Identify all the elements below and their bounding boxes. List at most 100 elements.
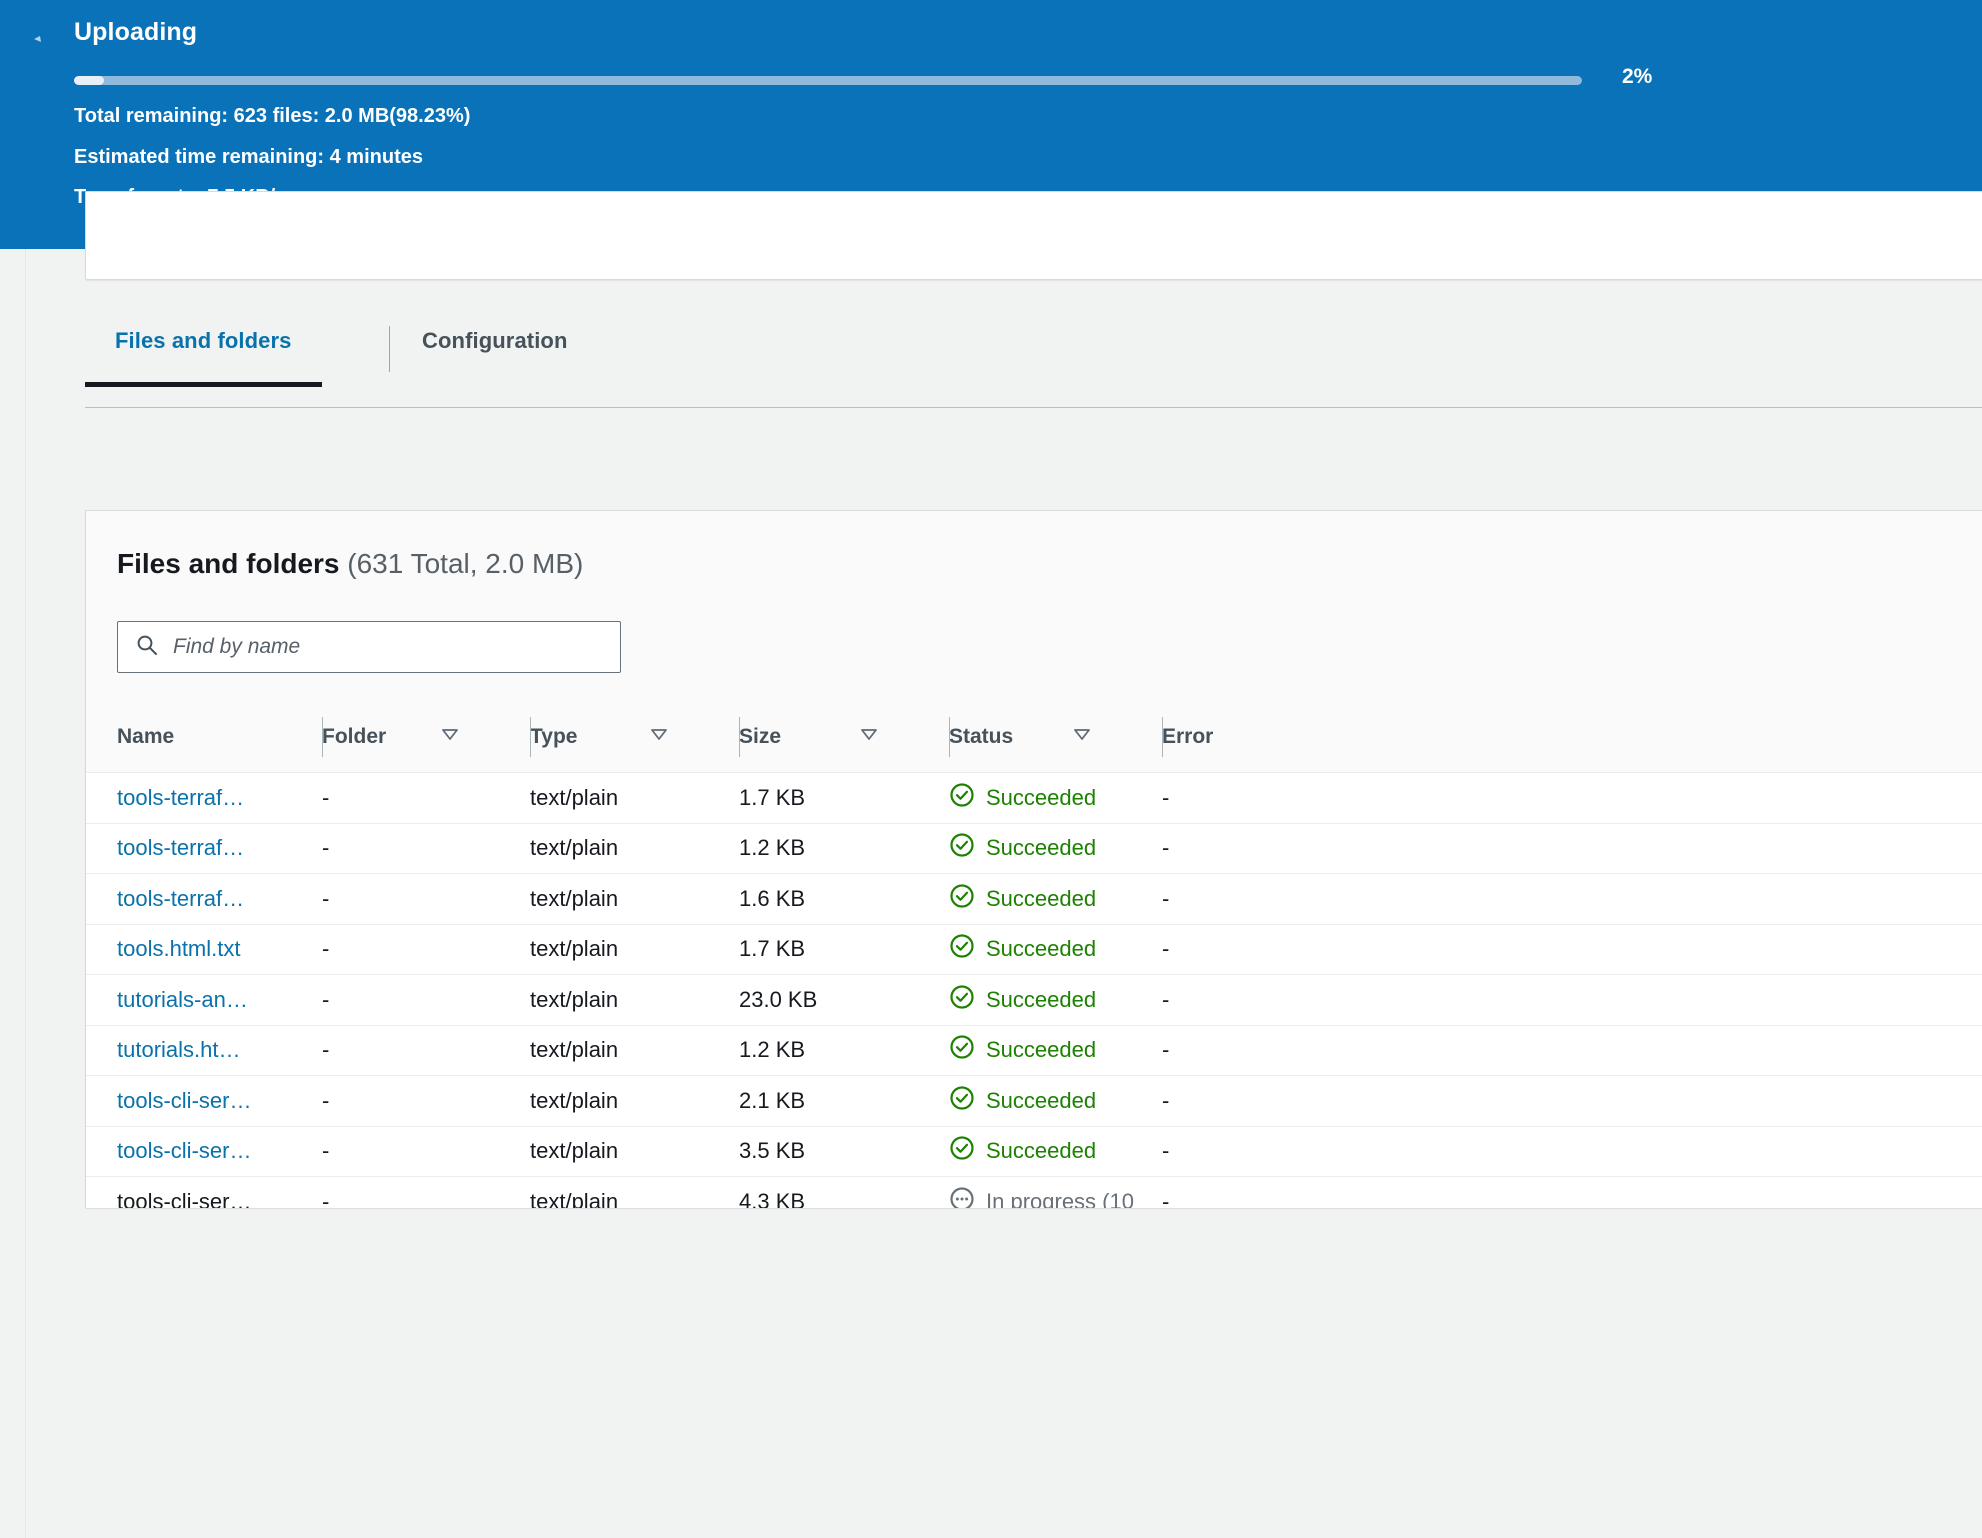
column-header-error[interactable]: Error: [1138, 702, 1982, 773]
column-header-name[interactable]: Name: [86, 702, 298, 773]
file-name-link[interactable]: tools-cli-ser…: [117, 1138, 251, 1163]
file-name-link: tools-cli-ser…: [117, 1189, 251, 1208]
status-badge: Succeeded: [986, 785, 1096, 811]
file-name-link[interactable]: tools-terraf…: [117, 835, 244, 860]
column-divider: [739, 717, 740, 757]
status-badge: Succeeded: [986, 1138, 1096, 1164]
cell-error: -: [1138, 975, 1982, 1026]
files-and-folders-panel: Files and folders (631 Total, 2.0 MB) Na: [85, 510, 1982, 1208]
status-badge: Succeeded: [986, 835, 1096, 861]
ellipsis-circle-icon: [949, 1186, 975, 1208]
column-header-folder-label: Folder: [322, 725, 386, 749]
column-header-type-label: Type: [530, 725, 577, 749]
file-name-link[interactable]: tools-terraf…: [117, 886, 244, 911]
cell-type: text/plain: [506, 1126, 715, 1177]
cell-status: Succeeded: [925, 1126, 1138, 1177]
left-rail: [0, 249, 26, 1538]
progress-bar-track: [74, 76, 1582, 85]
cell-folder: -: [298, 975, 506, 1026]
file-name-link[interactable]: tools-cli-ser…: [117, 1088, 251, 1113]
estimated-time-text: Estimated time remaining: 4 minutes: [74, 146, 423, 169]
table-row: tutorials-an…-text/plain23.0 KBSucceeded…: [86, 975, 1982, 1026]
cell-name: tools-cli-ser…: [86, 1076, 298, 1127]
cell-status: In progress (10: [925, 1177, 1138, 1209]
table-row: tools-terraf…-text/plain1.6 KBSucceeded-: [86, 874, 1982, 925]
cell-status: Succeeded: [925, 924, 1138, 975]
cell-name: tutorials.ht…: [86, 1025, 298, 1076]
files-table-body: tools-terraf…-text/plain1.7 KBSucceeded-…: [86, 773, 1982, 1209]
banner-title: Uploading: [74, 18, 197, 47]
column-header-size-label: Size: [739, 725, 781, 749]
tab-configuration[interactable]: Configuration: [392, 328, 598, 382]
search-icon: [135, 633, 159, 662]
file-name-link[interactable]: tools.html.txt: [117, 936, 240, 961]
cell-folder: -: [298, 1126, 506, 1177]
file-name-link[interactable]: tutorials-an…: [117, 987, 248, 1012]
status-badge: In progress (10: [986, 1189, 1134, 1208]
cell-status: Succeeded: [925, 874, 1138, 925]
cell-size: 1.7 KB: [715, 773, 925, 824]
files-table: Name Folder: [86, 702, 1982, 1208]
cell-folder: -: [298, 823, 506, 874]
page-body: Files and folders Configuration Files an…: [0, 249, 1982, 1538]
table-row: tools-cli-ser…-text/plain3.5 KBSucceeded…: [86, 1126, 1982, 1177]
panel-title-text: Files and folders: [117, 548, 340, 579]
table-row: tools.html.txt - text/plain1.7 KB Succeeded…: [86, 924, 1982, 975]
tab-divider: [389, 326, 390, 372]
cell-folder: -: [298, 1177, 506, 1209]
tab-files-and-folders[interactable]: Files and folders: [85, 328, 322, 387]
cell-status: Succeeded: [925, 823, 1138, 874]
table-row: tools-cli-ser…-text/plain2.1 KBSucceeded…: [86, 1076, 1982, 1127]
upload-summary-card: [85, 191, 1982, 280]
files-table-head: Name Folder: [86, 702, 1982, 773]
status-badge: Succeeded: [986, 987, 1096, 1013]
cell-name: tools-terraf…: [86, 874, 298, 925]
column-divider: [322, 717, 323, 757]
check-circle-icon: [949, 933, 975, 965]
cell-name: tools-terraf…: [86, 823, 298, 874]
sort-caret-icon[interactable]: [1072, 724, 1092, 750]
cell-error: -: [1138, 1126, 1982, 1177]
column-header-folder[interactable]: Folder: [298, 702, 506, 773]
cell-error: -: [1138, 823, 1982, 874]
cell-status: Succeeded: [925, 1025, 1138, 1076]
cell-name: tutorials-an…: [86, 975, 298, 1026]
cell-size: 1.2 KB: [715, 823, 925, 874]
sort-caret-icon[interactable]: [649, 724, 669, 750]
cell-type: text/plain: [506, 1076, 715, 1127]
cell-size: 1.7 KB: [715, 924, 925, 975]
cell-type: text/plain: [506, 924, 715, 975]
panel-title: Files and folders (631 Total, 2.0 MB): [117, 548, 583, 580]
search-input[interactable]: [173, 635, 620, 659]
cell-error: -: [1138, 773, 1982, 824]
cell-folder: -: [298, 874, 506, 925]
cell-name: tools.html.txt: [86, 924, 298, 975]
search-box[interactable]: [117, 621, 621, 673]
progress-bar-fill: [74, 76, 104, 85]
cell-name: tools-cli-ser…: [86, 1126, 298, 1177]
status-badge: Succeeded: [986, 936, 1096, 962]
column-divider: [1162, 717, 1163, 757]
column-divider: [530, 717, 531, 757]
cell-size: 23.0 KB: [715, 975, 925, 1026]
table-header-row: Name Folder: [86, 702, 1982, 773]
cell-error: -: [1138, 924, 1982, 975]
sort-caret-icon[interactable]: [440, 724, 460, 750]
file-name-link[interactable]: tutorials.ht…: [117, 1037, 241, 1062]
cell-status: Succeeded: [925, 773, 1138, 824]
column-header-size[interactable]: Size: [715, 702, 925, 773]
table-row: tools-terraf…-text/plain1.2 KBSucceeded-: [86, 823, 1982, 874]
cell-name: tools-terraf…: [86, 773, 298, 824]
file-name-link[interactable]: tools-terraf…: [117, 785, 244, 810]
cell-size: 2.1 KB: [715, 1076, 925, 1127]
cell-error: -: [1138, 1025, 1982, 1076]
column-header-status[interactable]: Status: [925, 702, 1138, 773]
column-header-type[interactable]: Type: [506, 702, 715, 773]
column-header-error-label: Error: [1162, 725, 1213, 749]
upload-status-icon: [32, 30, 46, 44]
cell-status: Succeeded: [925, 1076, 1138, 1127]
cell-type: text/plain: [506, 773, 715, 824]
sort-caret-icon[interactable]: [859, 724, 879, 750]
panel-title-count: (631 Total, 2.0 MB): [347, 548, 583, 579]
cell-type: text/plain: [506, 874, 715, 925]
